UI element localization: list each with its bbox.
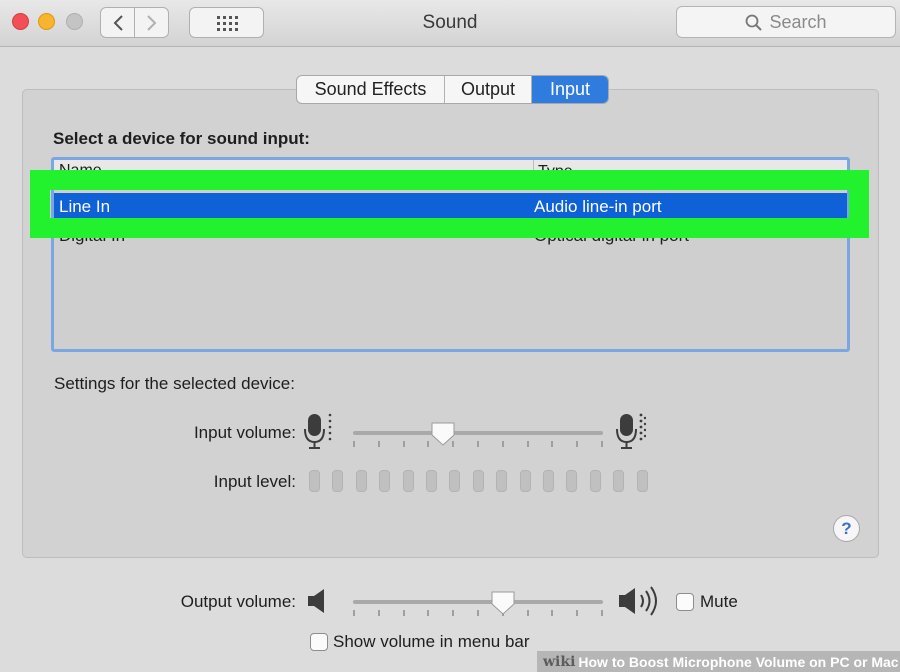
input-level-bar xyxy=(332,470,344,492)
slider-tick xyxy=(502,441,504,447)
input-level-bar xyxy=(566,470,578,492)
input-level-label: Input level: xyxy=(213,472,296,491)
slider-tick xyxy=(551,441,553,447)
input-level-bar xyxy=(589,470,601,492)
slider-tick xyxy=(527,441,529,447)
input-level-bar xyxy=(496,470,508,492)
tab-bar: Sound Effects Output Input xyxy=(296,75,609,104)
input-level-bar xyxy=(543,470,554,492)
speaker-low-icon xyxy=(308,589,324,613)
show-volume-in-menu-bar-checkbox[interactable] xyxy=(310,633,328,651)
device-type: Audio line-in port xyxy=(534,197,662,216)
slider-tick xyxy=(527,610,529,616)
output-volume-slider[interactable] xyxy=(353,600,603,604)
device-heading: Select a device for sound input: xyxy=(53,129,310,148)
input-level-bar xyxy=(426,470,437,492)
slider-tick xyxy=(551,610,553,616)
input-level-bar xyxy=(449,470,461,492)
speaker-high-icon xyxy=(619,586,657,616)
search-placeholder: Search xyxy=(769,11,827,32)
device-type: Optical digital-in port xyxy=(534,226,689,245)
search-icon xyxy=(746,14,763,31)
watermark-brand: wiki xyxy=(543,653,576,670)
slider-tick xyxy=(353,441,355,447)
watermark-text: How to Boost Microphone Volume on PC or … xyxy=(578,653,899,670)
tab-input[interactable]: Input xyxy=(532,76,608,103)
slider-tick xyxy=(403,441,405,447)
slider-tick xyxy=(353,610,355,616)
microphone-low-icon xyxy=(304,413,332,449)
search-field[interactable]: Search xyxy=(676,6,896,38)
input-volume-label: Input volume: xyxy=(193,423,296,442)
table-row[interactable]: Digital In Optical digital-in port xyxy=(54,222,847,250)
input-device-table[interactable]: Name Type Line In Audio line-in port Dig… xyxy=(51,157,850,352)
input-level-bar xyxy=(472,470,484,492)
show-volume-in-menu-bar-label: Show volume in menu bar xyxy=(333,632,530,651)
input-level-bar xyxy=(309,470,320,492)
slider-tick xyxy=(427,441,429,447)
tab-output[interactable]: Output xyxy=(445,76,532,103)
input-level-bar xyxy=(636,470,648,492)
slider-tick xyxy=(576,610,578,616)
input-level-bar xyxy=(613,470,625,492)
slider-tick xyxy=(477,610,479,616)
table-header: Name Type xyxy=(54,160,847,183)
slider-tick xyxy=(378,610,380,616)
slider-tick xyxy=(452,610,454,616)
microphone-high-icon xyxy=(616,413,646,449)
slider-tick xyxy=(601,610,603,616)
input-level-bar xyxy=(355,470,367,492)
output-volume-slider-thumb[interactable] xyxy=(490,590,516,616)
title-bar: Sound Search xyxy=(0,0,900,47)
input-volume-slider[interactable] xyxy=(353,431,603,435)
input-volume-slider-thumb[interactable] xyxy=(430,421,456,447)
slider-tick xyxy=(403,610,405,616)
device-name: Line In xyxy=(59,197,111,216)
column-header-name[interactable]: Name xyxy=(59,162,102,180)
help-button[interactable]: ? xyxy=(833,515,860,542)
column-header-type[interactable]: Type xyxy=(533,160,573,183)
tab-sound-effects[interactable]: Sound Effects xyxy=(297,76,445,103)
settings-heading: Settings for the selected device: xyxy=(54,374,295,393)
watermark: wiki How to Boost Microphone Volume on P… xyxy=(537,651,900,672)
slider-tick xyxy=(378,441,380,447)
slider-tick xyxy=(576,441,578,447)
input-level-bar xyxy=(379,470,391,492)
output-volume-label: Output volume: xyxy=(180,592,296,611)
device-name: Digital In xyxy=(59,226,126,245)
table-row[interactable]: Line In Audio line-in port xyxy=(54,193,847,221)
input-level-bar xyxy=(402,470,414,492)
input-level-bar xyxy=(519,470,531,492)
slider-tick xyxy=(601,441,603,447)
mute-label: Mute xyxy=(700,592,738,611)
slider-tick xyxy=(477,441,479,447)
slider-tick xyxy=(427,610,429,616)
mute-checkbox[interactable] xyxy=(676,593,694,611)
